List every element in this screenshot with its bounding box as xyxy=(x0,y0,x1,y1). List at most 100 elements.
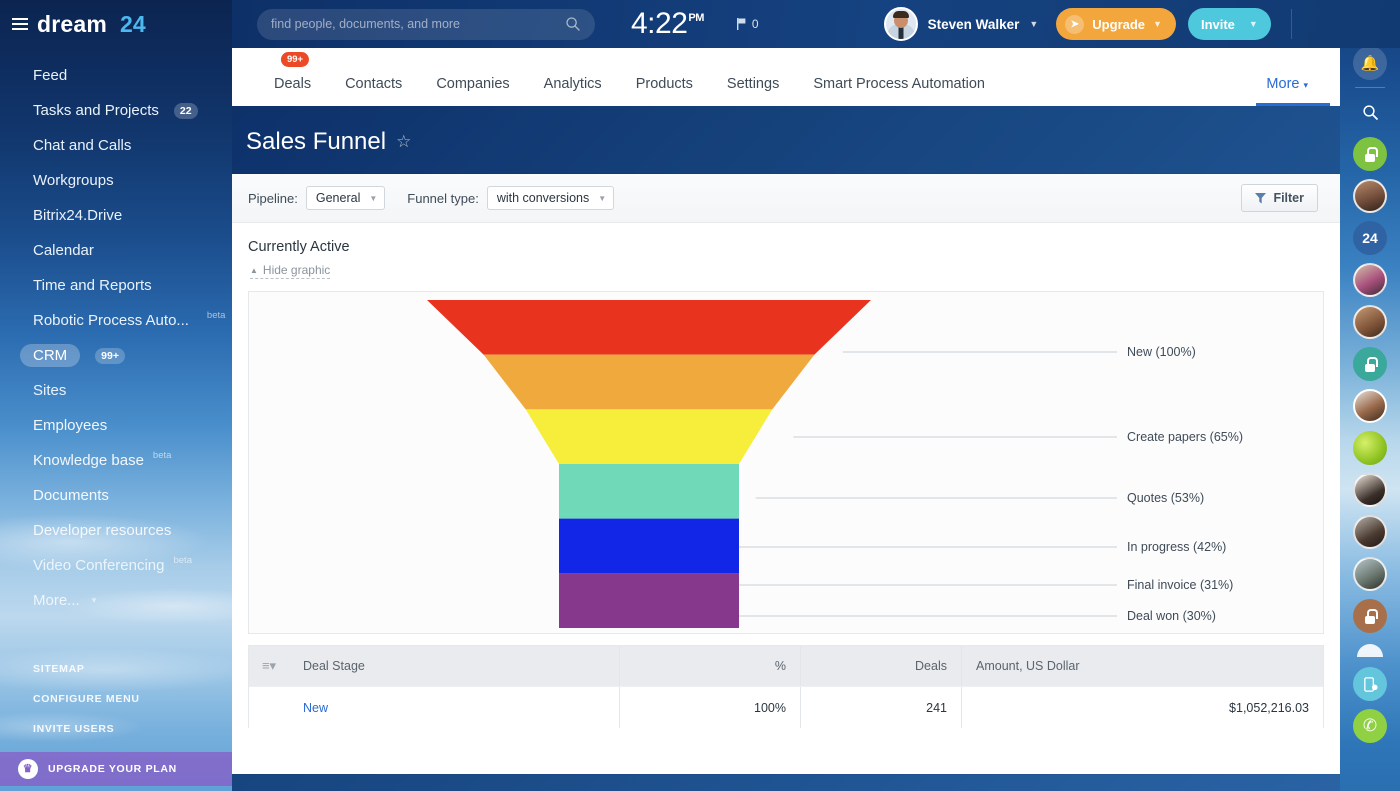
sidebar-item-bitrix24-drive[interactable]: Bitrix24.Drive xyxy=(0,198,232,233)
sidebar-item-workgroups[interactable]: Workgroups xyxy=(0,163,232,198)
sidebar-item-label: Employees xyxy=(33,417,107,434)
column-settings-icon[interactable]: ≡▾ xyxy=(249,658,289,674)
funnel-type-select[interactable]: with conversions ▼ xyxy=(487,186,614,210)
funnel-label: In progress (42%) xyxy=(1127,540,1226,554)
sidebar-item-documents[interactable]: Documents xyxy=(0,478,232,513)
funnel-chart: New (100%)Create papers (65%)Quotes (53%… xyxy=(248,291,1324,634)
rail-slot xyxy=(1340,301,1400,343)
funnel-segment[interactable] xyxy=(526,409,773,464)
sidebar-item-chat-and-calls[interactable]: Chat and Calls xyxy=(0,128,232,163)
sidebar-footer: SITEMAP CONFIGURE MENU INVITE USERS ♛ UP… xyxy=(0,654,232,786)
bitrix24-icon[interactable]: 24 xyxy=(1353,221,1387,255)
partial-avatar[interactable] xyxy=(1357,644,1383,657)
sidebar-item-label: Video Conferencing xyxy=(33,557,164,574)
cell-deal-stage[interactable]: New xyxy=(289,701,619,715)
avatar-7[interactable] xyxy=(1353,557,1387,591)
rocket-icon: ➤ xyxy=(1065,15,1084,34)
search-input[interactable] xyxy=(271,17,565,31)
sidebar-item-video-conferencing[interactable]: Video Conferencingbeta xyxy=(0,548,232,583)
avatar-4[interactable] xyxy=(1353,389,1387,423)
crown-icon: ♛ xyxy=(18,759,38,779)
sidebar-item-time-and-reports[interactable]: Time and Reports xyxy=(0,268,232,303)
sidebar-item-robotic-process-automation[interactable]: Robotic Process Auto...beta xyxy=(0,303,232,338)
column-header-percent[interactable]: % xyxy=(620,659,800,673)
sidebar-item-label: Tasks and Projects xyxy=(33,102,159,119)
cell-amount: $1,052,216.03 xyxy=(962,701,1323,715)
user-name: Steven Walker xyxy=(928,17,1020,32)
beta-tag: beta xyxy=(153,450,172,461)
tab-deals[interactable]: 99+ Deals xyxy=(262,76,328,106)
call-icon[interactable]: ✆ xyxy=(1353,709,1387,743)
hamburger-icon[interactable] xyxy=(12,18,28,30)
tab-settings[interactable]: Settings xyxy=(710,76,796,106)
lock-green-icon[interactable] xyxy=(1353,137,1387,171)
tab-label: Contacts xyxy=(345,76,402,92)
clock: 4:22 PM xyxy=(631,7,704,41)
sidebar-item-feed[interactable]: Feed xyxy=(0,58,232,93)
rail-slot xyxy=(1340,343,1400,385)
sidebar-item-crm[interactable]: CRM99+ xyxy=(0,338,232,373)
table-row[interactable]: New 100% 241 $1,052,216.03 xyxy=(249,686,1323,728)
upgrade-button[interactable]: ➤ Upgrade ▼ xyxy=(1056,8,1176,40)
star-icon[interactable]: ☆ xyxy=(396,132,411,152)
filter-button[interactable]: Filter xyxy=(1241,184,1318,212)
tab-label: Smart Process Automation xyxy=(813,76,985,92)
pipeline-select[interactable]: General ▼ xyxy=(306,186,385,210)
invite-users-link[interactable]: INVITE USERS xyxy=(0,714,232,744)
column-header-deals[interactable]: Deals xyxy=(801,659,961,673)
right-rail: ? 🔔 24 ✆ xyxy=(1340,0,1400,791)
sidebar-badge: 22 xyxy=(174,103,198,119)
funnel-segment[interactable] xyxy=(484,355,815,410)
sidebar-item-sites[interactable]: Sites xyxy=(0,373,232,408)
funnel-segment[interactable] xyxy=(559,519,739,574)
funnel-type-label: Funnel type: xyxy=(407,191,479,206)
upgrade-your-plan-button[interactable]: ♛ UPGRADE YOUR PLAN xyxy=(0,752,232,786)
avatar-1[interactable] xyxy=(1353,179,1387,213)
left-sidebar: dream 24 Feed Tasks and Projects22 Chat … xyxy=(0,0,232,791)
sidebar-item-label: Chat and Calls xyxy=(33,137,131,154)
tab-contacts[interactable]: Contacts xyxy=(328,76,419,106)
tab-smart-process-automation[interactable]: Smart Process Automation xyxy=(796,76,1002,106)
avatar-3[interactable] xyxy=(1353,305,1387,339)
notifications-icon[interactable]: 🔔 xyxy=(1353,46,1387,80)
tab-more[interactable]: More▾ xyxy=(1256,76,1318,106)
search-icon[interactable] xyxy=(1353,95,1387,129)
avatar-5[interactable] xyxy=(1353,473,1387,507)
funnel-segment[interactable] xyxy=(559,464,739,519)
flag-counter[interactable]: 0 xyxy=(737,17,759,31)
sidebar-item-label: Workgroups xyxy=(33,172,114,189)
sidebar-item-calendar[interactable]: Calendar xyxy=(0,233,232,268)
rail-slot xyxy=(1340,427,1400,469)
sidebar-item-tasks-and-projects[interactable]: Tasks and Projects 22 xyxy=(0,93,232,128)
user-menu[interactable]: Steven Walker ▼ xyxy=(884,7,1039,41)
sidebar-item-employees[interactable]: Employees xyxy=(0,408,232,443)
tab-label: Products xyxy=(636,76,693,92)
sidebar-item-label: Calendar xyxy=(33,242,94,259)
configure-menu-link[interactable]: CONFIGURE MENU xyxy=(0,684,232,714)
avatar-6[interactable] xyxy=(1353,515,1387,549)
column-header-amount[interactable]: Amount, US Dollar xyxy=(962,659,1323,673)
avatar-limes[interactable] xyxy=(1353,431,1387,465)
column-header-deal-stage[interactable]: Deal Stage xyxy=(289,659,619,673)
sitemap-link[interactable]: SITEMAP xyxy=(0,654,232,684)
sidebar-nav: Feed Tasks and Projects 22 Chat and Calls… xyxy=(0,48,232,618)
funnel-segment[interactable] xyxy=(559,573,739,628)
sms-icon[interactable] xyxy=(1353,667,1387,701)
tab-companies[interactable]: Companies xyxy=(419,76,526,106)
search-box[interactable] xyxy=(257,9,595,40)
invite-button[interactable]: Invite ▼ xyxy=(1188,8,1271,40)
sidebar-item-developer-resources[interactable]: Developer resources xyxy=(0,513,232,548)
tab-products[interactable]: Products xyxy=(619,76,710,106)
lock-brown-icon[interactable] xyxy=(1353,599,1387,633)
rail-slot xyxy=(1340,663,1400,705)
sidebar-item-label: Time and Reports xyxy=(33,277,152,294)
sidebar-item-knowledge-base[interactable]: Knowledge basebeta xyxy=(0,443,232,478)
tab-analytics[interactable]: Analytics xyxy=(527,76,619,106)
hide-graphic-toggle[interactable]: ▲ Hide graphic xyxy=(250,263,330,279)
sidebar-item-more[interactable]: More...▾ xyxy=(0,583,232,618)
lock-teal-icon[interactable] xyxy=(1353,347,1387,381)
funnel-segment[interactable] xyxy=(427,300,871,355)
sidebar-item-label: Sites xyxy=(33,382,66,399)
rail-slot xyxy=(1340,469,1400,511)
avatar-2[interactable] xyxy=(1353,263,1387,297)
